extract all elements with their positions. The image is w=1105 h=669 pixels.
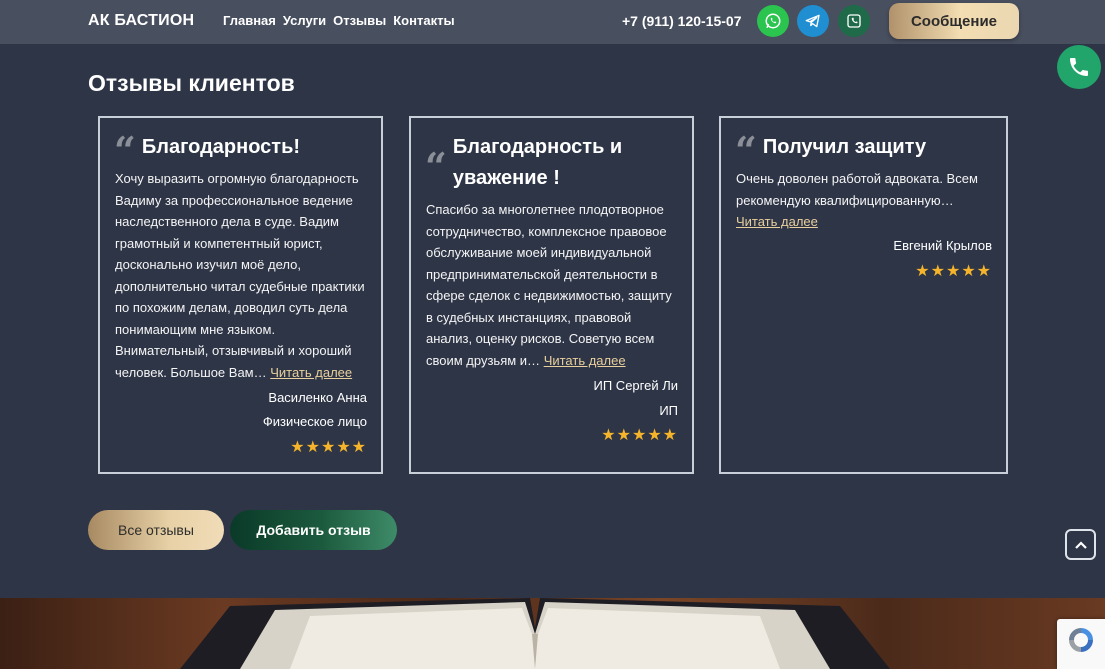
nav-item-services[interactable]: Услуги xyxy=(283,13,326,28)
nav-item-contacts[interactable]: Контакты xyxy=(393,13,454,28)
rating-stars: ★★★★★ xyxy=(290,437,367,457)
recaptcha-icon xyxy=(1069,628,1093,652)
chevron-up-icon xyxy=(1074,540,1087,549)
review-header: “ Получил защиту xyxy=(735,128,992,173)
telegram-icon xyxy=(805,14,820,28)
review-author: Евгений Крылов xyxy=(893,238,992,253)
header-phone[interactable]: +7 (911) 120-15-07 xyxy=(622,13,741,29)
review-card: “ Благодарность и уважение ! Спасибо за … xyxy=(409,116,694,474)
scroll-top-button[interactable] xyxy=(1065,529,1096,560)
quote-icon: “ xyxy=(425,144,447,189)
review-header: “ Благодарность! xyxy=(114,128,367,173)
star-icon: ★ xyxy=(662,427,678,444)
site-header: АК БАСТИОН Главная Услуги Отзывы Контакт… xyxy=(0,0,1105,44)
phone-icon xyxy=(847,14,861,28)
star-icon: ★ xyxy=(616,427,632,444)
rating-stars: ★★★★★ xyxy=(915,261,992,281)
star-icon: ★ xyxy=(631,427,648,444)
floating-call-button[interactable] xyxy=(1057,45,1101,89)
brand-logo[interactable]: АК БАСТИОН xyxy=(88,12,194,30)
review-author: ИП Сергей Ли xyxy=(593,378,679,393)
section-title: Отзывы клиентов xyxy=(88,70,295,96)
recaptcha-badge[interactable] xyxy=(1057,619,1105,669)
star-icon: ★ xyxy=(336,439,352,456)
review-header: “ Благодарность и уважение ! xyxy=(425,132,678,194)
whatsapp-button[interactable] xyxy=(757,5,789,37)
review-text-block: Хочу выразить огромную благодарность Вад… xyxy=(115,168,367,383)
review-title: Получил защиту xyxy=(762,136,927,158)
review-text-block: Спасибо за многолетнее плодотворное сотр… xyxy=(426,199,678,371)
review-author-role: ИП xyxy=(659,403,678,418)
phone-button[interactable] xyxy=(838,5,870,37)
star-icon: ★ xyxy=(945,263,962,280)
star-icon: ★ xyxy=(976,263,992,280)
phone-icon xyxy=(1070,58,1088,76)
review-title: Благодарность! xyxy=(141,136,301,158)
star-icon: ★ xyxy=(647,427,663,444)
star-icon: ★ xyxy=(930,263,946,280)
book-illustration xyxy=(180,598,890,669)
telegram-button[interactable] xyxy=(797,5,829,37)
add-review-button[interactable]: Добавить отзыв xyxy=(230,510,397,550)
read-more-link[interactable]: Читать далее xyxy=(270,365,352,380)
quote-icon: “ xyxy=(114,128,136,173)
nav-item-home[interactable]: Главная xyxy=(223,13,276,28)
review-author-role: Физическое лицо xyxy=(262,414,367,429)
main-nav: Главная Услуги Отзывы Контакты xyxy=(223,13,455,28)
review-text: Очень доволен работой адвоката. Всем рек… xyxy=(736,171,978,208)
message-button[interactable]: Сообщение xyxy=(889,3,1019,39)
star-icon: ★ xyxy=(915,263,931,280)
review-title: Благодарность и уважение ! xyxy=(452,136,623,189)
whatsapp-icon xyxy=(765,13,781,29)
star-icon: ★ xyxy=(305,439,321,456)
review-card: “ Благодарность! Хочу выразить огромную … xyxy=(98,116,383,474)
nav-item-reviews[interactable]: Отзывы xyxy=(333,13,386,28)
read-more-link[interactable]: Читать далее xyxy=(544,353,626,368)
rating-stars: ★★★★★ xyxy=(601,425,678,445)
star-icon: ★ xyxy=(601,427,617,444)
star-icon: ★ xyxy=(351,439,367,456)
star-icon: ★ xyxy=(320,439,337,456)
star-icon: ★ xyxy=(290,439,306,456)
review-card: “ Получил защиту Очень доволен работой а… xyxy=(719,116,1008,474)
review-text-block: Очень доволен работой адвоката. Всем рек… xyxy=(736,168,992,233)
quote-icon: “ xyxy=(735,128,757,173)
review-author: Василенко Анна xyxy=(268,390,367,405)
background-image-book xyxy=(0,598,1105,669)
review-text: Спасибо за многолетнее плодотворное сотр… xyxy=(426,202,672,368)
star-icon: ★ xyxy=(961,263,977,280)
review-text: Хочу выразить огромную благодарность Вад… xyxy=(115,171,365,380)
read-more-link[interactable]: Читать далее xyxy=(736,214,818,229)
all-reviews-button[interactable]: Все отзывы xyxy=(88,510,224,550)
